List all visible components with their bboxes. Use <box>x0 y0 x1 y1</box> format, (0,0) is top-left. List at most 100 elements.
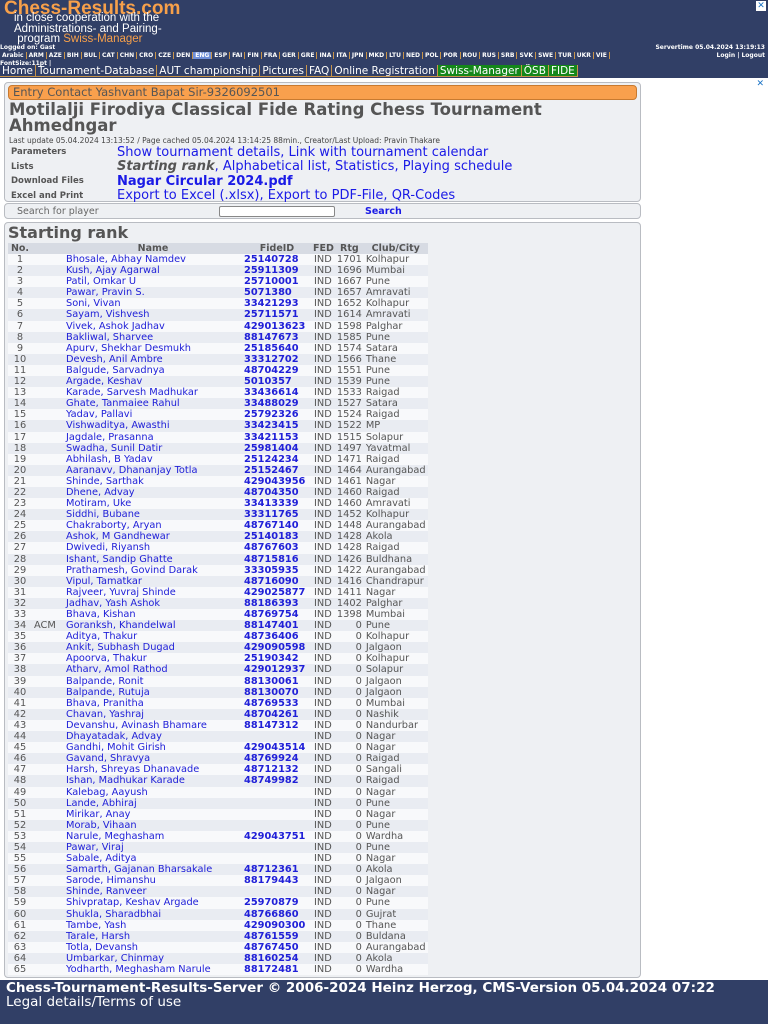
language-aze[interactable]: AZE <box>46 52 65 59</box>
player-name[interactable]: Morab, Vihaan <box>64 819 242 831</box>
player-name[interactable]: Karade, Sarvesh Madhukar <box>64 387 242 399</box>
player-name[interactable]: Harsh, Shreyas Dhanavade <box>64 764 242 776</box>
fide-id[interactable]: 48704350 <box>242 486 312 499</box>
player-name[interactable]: Swadha, Sunil Datir <box>64 442 242 454</box>
player-name[interactable]: Shinde, Ranveer <box>64 886 242 898</box>
fide-id[interactable]: 25981404 <box>242 442 312 454</box>
player-name[interactable]: Kush, Ajay Agarwal <box>64 265 242 277</box>
fide-id[interactable] <box>242 808 312 820</box>
player-name[interactable]: Dwivedi, Riyansh <box>64 542 242 554</box>
fide-id[interactable]: 48715816 <box>242 553 312 565</box>
nav-fide[interactable]: FIDE <box>548 65 578 77</box>
language-jpn[interactable]: JPN <box>349 52 367 59</box>
player-name[interactable]: Vishwaditya, Awasthi <box>64 420 242 432</box>
player-name[interactable]: Goranksh, Khandelwal <box>64 620 242 632</box>
player-name[interactable]: Balpande, Rutuja <box>64 686 242 698</box>
player-name[interactable]: Dhene, Advay <box>64 486 242 499</box>
fide-id[interactable]: 48769533 <box>242 697 312 709</box>
fide-id[interactable]: 48704229 <box>242 364 312 377</box>
fide-id[interactable]: 5010357 <box>242 376 312 388</box>
player-name[interactable]: Prathamesh, Govind Darak <box>64 564 242 576</box>
fide-id[interactable]: 25152467 <box>242 464 312 476</box>
player-name[interactable]: Siddhi, Bubane <box>64 509 242 521</box>
fide-id[interactable]: 88147312 <box>242 719 312 732</box>
fide-id[interactable] <box>242 841 312 854</box>
player-name[interactable]: Bhava, Pranitha <box>64 697 242 709</box>
fide-id[interactable]: 429043514 <box>242 742 312 754</box>
player-name[interactable]: Devanshu, Avinash Bhamare <box>64 719 242 732</box>
player-name[interactable]: Balgude, Sarvadnya <box>64 364 242 377</box>
fide-id[interactable]: 33421153 <box>242 431 312 443</box>
fide-id[interactable]: 48749982 <box>242 775 312 787</box>
fide-id[interactable]: 48769754 <box>242 609 312 621</box>
player-name[interactable]: Gandhi, Mohit Girish <box>64 742 242 754</box>
fide-id[interactable]: 88172481 <box>242 964 312 976</box>
player-name[interactable]: Soni, Vivan <box>64 298 242 310</box>
nav-tournament-database[interactable]: Tournament-Database <box>36 65 158 77</box>
player-name[interactable]: Shukla, Sharadbhai <box>64 908 242 920</box>
language-bih[interactable]: BIH <box>64 52 82 59</box>
nav-online-registration[interactable]: Online Registration <box>332 65 438 77</box>
player-name[interactable]: Devesh, Anil Ambre <box>64 353 242 365</box>
fide-id[interactable] <box>242 819 312 831</box>
fide-id[interactable]: 33311765 <box>242 509 312 521</box>
player-name[interactable]: Atharv, Amol Rathod <box>64 664 242 676</box>
search-button[interactable]: Search <box>365 206 402 217</box>
player-name[interactable]: Gavand, Shravya <box>64 753 242 765</box>
player-name[interactable]: Shivpratap, Keshav Argade <box>64 897 242 909</box>
language-arabic[interactable]: Arabic <box>0 52 27 59</box>
language-cat[interactable]: CAT <box>100 52 118 59</box>
player-name[interactable]: Yadav, Pallavi <box>64 409 242 421</box>
fide-id[interactable]: 88179443 <box>242 875 312 887</box>
fide-id[interactable] <box>242 731 312 743</box>
fide-id[interactable]: 48712132 <box>242 764 312 776</box>
fide-id[interactable]: 25710001 <box>242 276 312 288</box>
language-mkd[interactable]: MKD <box>366 52 388 59</box>
language-srb[interactable]: SRB <box>498 52 518 59</box>
player-name[interactable]: Aaranavv, Dhananjay Totla <box>64 464 242 476</box>
fide-id[interactable]: 33488029 <box>242 398 312 410</box>
language-gre[interactable]: GRE <box>298 52 318 59</box>
fide-id[interactable]: 33423415 <box>242 420 312 432</box>
player-name[interactable]: Apurv, Shekhar Desmukh <box>64 342 242 354</box>
fide-id[interactable]: 33413339 <box>242 498 312 510</box>
fide-id[interactable]: 25185640 <box>242 342 312 354</box>
fide-id[interactable]: 48736406 <box>242 631 312 643</box>
player-name[interactable]: Pawar, Viraj <box>64 841 242 854</box>
player-name[interactable]: Bakliwal, Sharvee <box>64 331 242 343</box>
language-cze[interactable]: CZE <box>156 52 175 59</box>
fide-id[interactable]: 25190342 <box>242 653 312 665</box>
player-name[interactable]: Totla, Devansh <box>64 941 242 953</box>
fide-id[interactable]: 88130070 <box>242 686 312 698</box>
player-name[interactable]: Ishant, Sandip Ghatte <box>64 553 242 565</box>
player-name[interactable]: Bhosale, Abhay Namdev <box>64 254 242 266</box>
fide-id[interactable]: 25792326 <box>242 409 312 421</box>
language-ukr[interactable]: UKR <box>574 52 594 59</box>
fide-id[interactable]: 48712361 <box>242 864 312 876</box>
player-name[interactable]: Tambe, Yash <box>64 919 242 931</box>
player-name[interactable]: Shinde, Sarthak <box>64 475 242 487</box>
nav-faq[interactable]: FAQ <box>307 65 333 77</box>
player-name[interactable]: Tarale, Harsh <box>64 930 242 942</box>
player-name[interactable]: Balpande, Ronit <box>64 675 242 687</box>
player-name[interactable]: Sarode, Himanshu <box>64 875 242 887</box>
fide-id[interactable]: 25124234 <box>242 453 312 465</box>
fide-id[interactable]: 429090300 <box>242 919 312 931</box>
nav--sb[interactable]: ÖSB <box>521 65 549 77</box>
fide-id[interactable]: 33312702 <box>242 353 312 365</box>
language-ger[interactable]: GER <box>280 52 299 59</box>
player-name[interactable]: Rajveer, Yuvraj Shinde <box>64 586 242 598</box>
fide-id[interactable]: 33305935 <box>242 564 312 576</box>
logout-link[interactable]: Logout <box>741 52 765 59</box>
fide-id[interactable]: 48767140 <box>242 520 312 532</box>
fide-id[interactable]: 48769924 <box>242 753 312 765</box>
export-pdf-link[interactable]: Export to PDF-File <box>268 188 384 203</box>
language-fra[interactable]: FRA <box>261 52 281 59</box>
fide-id[interactable]: 429012937 <box>242 664 312 676</box>
playing-schedule-link[interactable]: Playing schedule <box>403 159 513 174</box>
language-fin[interactable]: FIN <box>245 52 262 59</box>
language-svk[interactable]: SVK <box>517 52 537 59</box>
language-arm[interactable]: ARM <box>26 52 47 59</box>
fide-id[interactable]: 88147401 <box>242 620 312 632</box>
close-icon[interactable]: ✕ <box>756 1 766 11</box>
